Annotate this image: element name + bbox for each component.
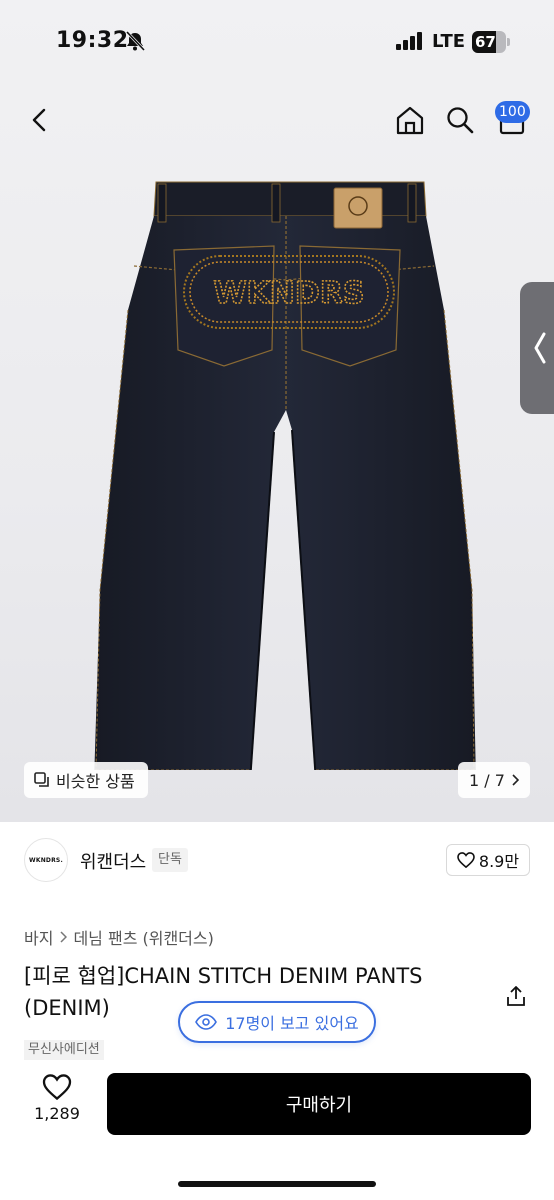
eye-icon (195, 1014, 218, 1030)
similar-products-label: 비슷한 상품 (56, 772, 135, 791)
home-indicator (178, 1181, 376, 1187)
viewer-count-pill: 17명이 보고 있어요 (178, 1001, 376, 1043)
product-title-line: [피로 협업]CHAIN STITCH DENIM PANTS (24, 964, 423, 988)
status-time: 19:32 (56, 28, 129, 53)
pocket-logo-text: WKNDRS (213, 276, 364, 311)
battery-icon: 67 (472, 31, 510, 53)
image-pager[interactable]: 1 / 7 (458, 762, 530, 798)
share-icon[interactable] (504, 984, 528, 1008)
back-button[interactable] (20, 100, 60, 140)
product-like-count: 1,289 (34, 1104, 80, 1123)
chevron-left-icon (32, 108, 46, 132)
heart-icon (42, 1074, 72, 1100)
brand-like-count: 8.9만 (478, 852, 520, 871)
image-pager-text: 1 / 7 (469, 770, 505, 790)
brand-like-button[interactable]: 8.9만 (446, 844, 530, 876)
similar-products-icon (34, 772, 49, 787)
chevron-right-icon (512, 774, 519, 786)
breadcrumb-item[interactable]: 데님 팬츠 (위캔더스) (73, 925, 213, 949)
battery-level: 67 (475, 33, 496, 51)
signal-icon (396, 32, 422, 50)
brand-logo[interactable]: WKNDRS. (24, 838, 68, 882)
heart-icon (457, 852, 475, 868)
chevron-left-icon (534, 332, 546, 364)
viewer-count-text: 17명이 보고 있어요 (225, 1014, 359, 1033)
bell-off-icon (125, 30, 146, 52)
product-image[interactable]: WKNDRS (24, 170, 524, 770)
home-button[interactable] (390, 100, 430, 140)
store-tag: 무신사에디션 (24, 1040, 104, 1060)
similar-products-button[interactable]: 비슷한 상품 (24, 762, 148, 798)
exclusive-badge: 단독 (152, 848, 188, 872)
buy-button[interactable]: 구매하기 (107, 1073, 531, 1135)
home-icon (396, 106, 424, 135)
chevron-right-icon (60, 931, 68, 943)
brand-name[interactable]: 위캔더스 (80, 848, 146, 874)
product-gallery[interactable]: 19:32 LTE 67 100 WKNDRS 비슷한 상품 1 / 7 (0, 0, 554, 822)
breadcrumb-item[interactable]: 바지 (24, 925, 53, 949)
side-drawer-handle[interactable] (520, 282, 554, 414)
search-icon (447, 107, 474, 134)
network-label: LTE (432, 31, 466, 52)
breadcrumb: 바지 데님 팬츠 (위캔더스) (24, 925, 214, 949)
status-bar: 19:32 LTE 67 (0, 0, 554, 86)
product-like-button[interactable]: 1,289 (30, 1074, 84, 1134)
cart-count-badge: 100 (495, 101, 530, 123)
search-button[interactable] (440, 100, 480, 140)
